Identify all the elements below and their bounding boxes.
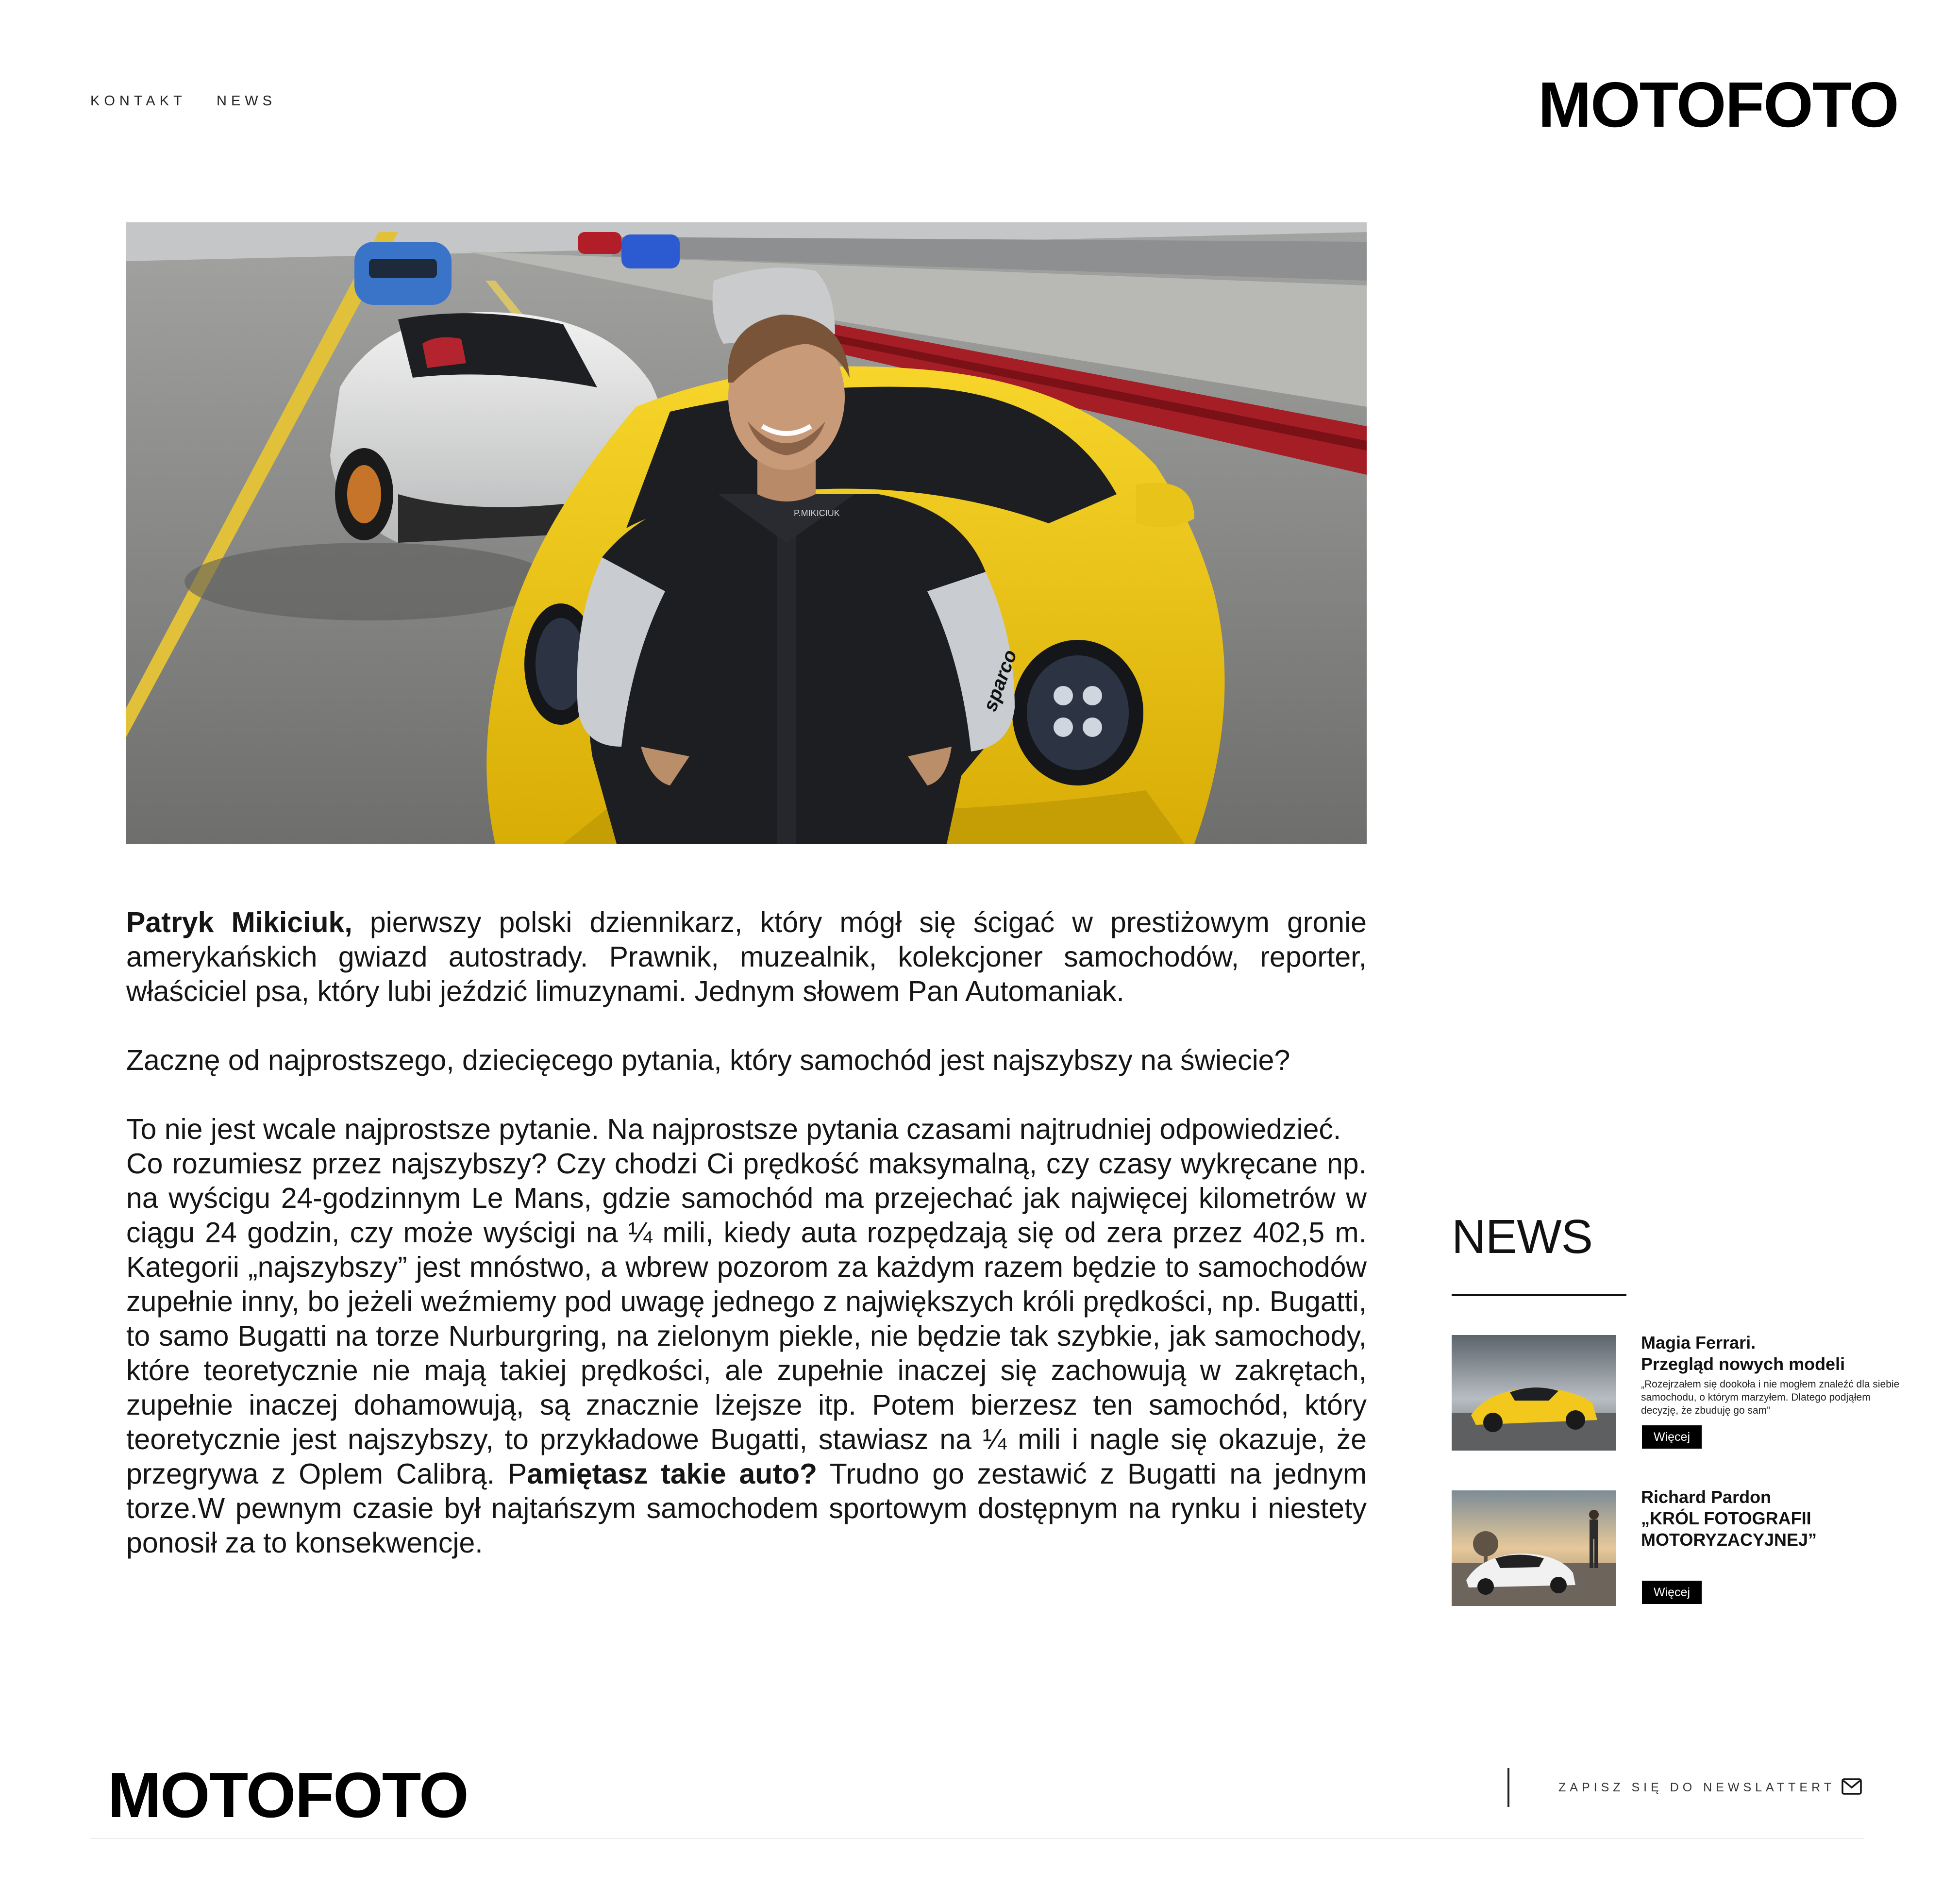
news-card-title-2-line3: MOTORYZACYJNEJ” [1641, 1530, 1817, 1550]
news-card-desc-1: „Rozejrzałem się dookoła i nie mogłem zn… [1641, 1379, 1900, 1416]
nav-kontakt[interactable]: KONTAKT [90, 93, 186, 109]
news-card-title-2[interactable]: Richard Pardon „KRÓL FOTOGRAFII MOTORYZA… [1641, 1486, 1893, 1551]
article-answer-body: Co rozumiesz przez najszybszy? Czy chodz… [126, 1147, 1367, 1560]
news-underline [1452, 1294, 1626, 1296]
news-heading: NEWS [1452, 1210, 1593, 1263]
newsletter-signup-link[interactable]: ZAPISZ SIĘ DO NEWSLATTERT [1558, 1781, 1835, 1795]
news-thumbnail-pardon[interactable] [1452, 1490, 1616, 1606]
news-card-title-2-line2: „KRÓL FOTOGRAFII [1641, 1508, 1811, 1528]
header-logo[interactable]: MOTOFOTO [1538, 73, 1899, 137]
news-card-title-1-line1: Magia Ferrari. [1641, 1333, 1756, 1353]
hero-image: P.MIKICIUK sparco [126, 222, 1367, 844]
answer-bold-text: amiętasz takie auto? [527, 1458, 818, 1490]
yellow-ferrari-thumbnail-icon [1452, 1335, 1616, 1451]
article-paragraph-intro: Patryk Mikiciuk, pierwszy polski dzienni… [126, 905, 1367, 1009]
photo-driver-racesuit-yellow-porsche-icon: P.MIKICIUK sparco [126, 222, 1367, 844]
answer-text-start: Co rozumiesz przez najszybszy? Czy chodz… [126, 1148, 1367, 1490]
article-question: Zacznę od najprostszego, dziecięcego pyt… [126, 1044, 1290, 1076]
article-answer-lead: To nie jest wcale najprostsze pytanie. N… [126, 1113, 1341, 1145]
suit-name-text: P.MIKICIUK [794, 508, 840, 518]
news-card-title-1-line2: Przegląd nowych modeli [1641, 1354, 1845, 1374]
white-porsche-sunset-thumbnail-icon [1452, 1490, 1616, 1606]
footer-divider [1507, 1768, 1509, 1807]
news-thumbnail-ferrari[interactable] [1452, 1335, 1616, 1451]
footer-logo[interactable]: MOTOFOTO [108, 1763, 469, 1827]
nav-news[interactable]: NEWS [217, 93, 276, 109]
news-card-title-1[interactable]: Magia Ferrari. Przegląd nowych modeli [1641, 1332, 1893, 1375]
envelope-icon[interactable] [1842, 1778, 1862, 1795]
news-card-title-2-line1: Richard Pardon [1641, 1487, 1772, 1507]
more-button-1[interactable]: Więcej [1642, 1425, 1702, 1449]
footer-rule [90, 1838, 1864, 1839]
article-body: Patryk Mikiciuk, pierwszy polski dzienni… [126, 905, 1367, 1560]
more-button-2[interactable]: Więcej [1642, 1581, 1702, 1604]
author-name: Patryk Mikiciuk, [126, 906, 352, 938]
